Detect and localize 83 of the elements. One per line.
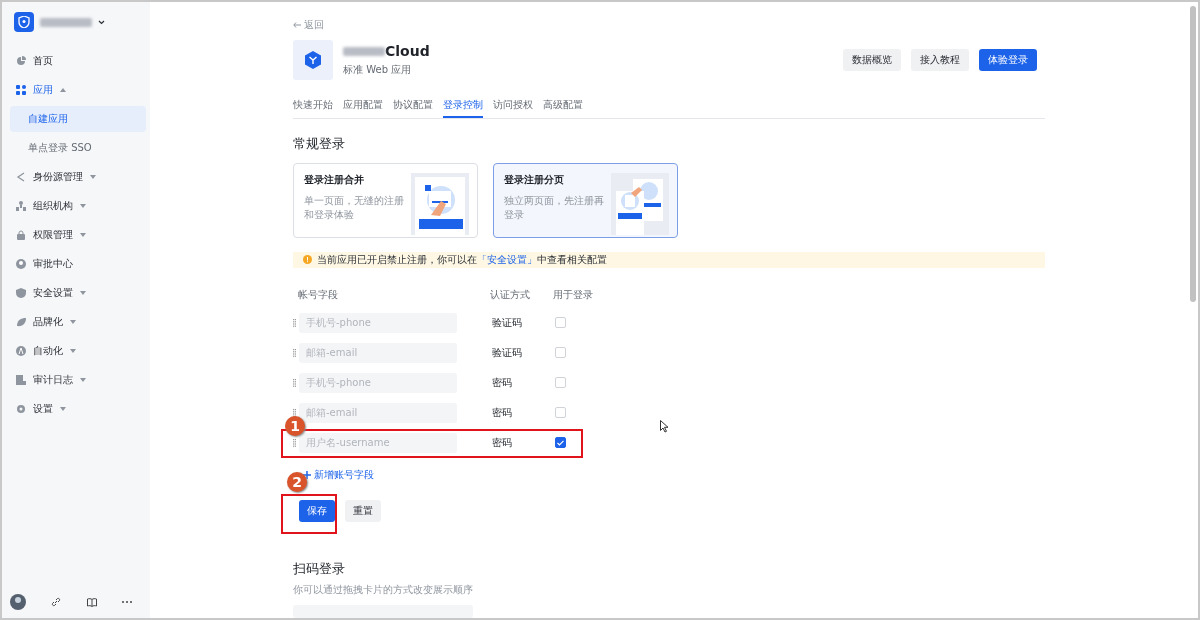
card-title: 登录注册分页 bbox=[504, 173, 565, 187]
settings-icon bbox=[16, 404, 26, 414]
step-badge: 1 bbox=[285, 415, 305, 436]
account-field-input[interactable]: 手机号-phone bbox=[299, 372, 457, 393]
redacted-text bbox=[40, 17, 92, 27]
plus-icon bbox=[303, 470, 311, 479]
header-button[interactable]: 接入教程 bbox=[911, 49, 969, 71]
user-icon bbox=[16, 259, 26, 269]
login-pages-illustration bbox=[611, 173, 669, 235]
reset-button[interactable]: 重置 bbox=[345, 499, 381, 522]
leaf-icon bbox=[16, 317, 26, 327]
scrollbar[interactable] bbox=[1190, 6, 1196, 302]
drag-handle-icon[interactable] bbox=[293, 408, 296, 417]
nav-item[interactable]: 品牌化 bbox=[33, 315, 63, 329]
column-header: 帐号字段 bbox=[298, 287, 339, 302]
logo-icon bbox=[14, 12, 34, 32]
section-title: 常规登录 bbox=[293, 135, 346, 153]
chevron-down-icon[interactable] bbox=[98, 19, 105, 25]
org-chart-icon bbox=[16, 201, 26, 211]
grid-icon bbox=[16, 85, 26, 95]
section-title: 扫码登录 bbox=[293, 559, 346, 578]
auth-method: 密码 bbox=[492, 375, 513, 390]
avatar[interactable] bbox=[10, 594, 26, 610]
tab[interactable]: 应用配置 bbox=[343, 98, 383, 118]
nav-item[interactable]: 自动化 bbox=[33, 344, 63, 358]
highlight-frame bbox=[281, 493, 337, 534]
nav-item[interactable]: 组织机构 bbox=[33, 199, 73, 213]
drag-handle-icon[interactable] bbox=[293, 378, 296, 387]
tab[interactable]: 协议配置 bbox=[393, 98, 433, 118]
header-button[interactable]: 体验登录 bbox=[979, 49, 1037, 71]
nav-item[interactable]: 权限管理 bbox=[33, 228, 73, 242]
mouse-cursor-icon bbox=[660, 420, 669, 433]
card-description: 单一页面，无缝的注册和登录体验 bbox=[304, 194, 405, 222]
security-settings-link[interactable]: 「安全设置」 bbox=[477, 253, 537, 265]
notice-text: 当前应用已开启禁止注册，你可以在「安全设置」中查看相关配置 bbox=[317, 252, 607, 267]
drag-handle-icon[interactable] bbox=[293, 438, 296, 447]
sign-in-illustration bbox=[411, 173, 469, 235]
shield-icon bbox=[16, 288, 26, 298]
auth-method: 密码 bbox=[492, 435, 513, 450]
nav-subitem[interactable]: 单点登录 SSO bbox=[10, 135, 146, 161]
nav-item[interactable]: 审计日志 bbox=[33, 373, 73, 387]
account-field-input[interactable]: 手机号-phone bbox=[299, 312, 457, 333]
warning-icon bbox=[303, 255, 312, 265]
auth-method: 验证码 bbox=[492, 345, 523, 360]
column-header: 用于登录 bbox=[553, 287, 594, 302]
letter-a-icon bbox=[16, 346, 26, 356]
tab[interactable]: 高级配置 bbox=[543, 98, 583, 118]
nav-item[interactable]: 审批中心 bbox=[33, 257, 73, 271]
redacted-text bbox=[343, 46, 385, 56]
card-title: 登录注册合并 bbox=[304, 173, 365, 187]
tab[interactable]: 登录控制 bbox=[443, 98, 483, 118]
tab[interactable]: 访问授权 bbox=[493, 98, 533, 118]
nav-item[interactable]: 应用 bbox=[33, 83, 53, 97]
nav-item[interactable]: 首页 bbox=[33, 54, 53, 68]
link-icon[interactable] bbox=[51, 597, 62, 607]
app-type: 标准 Web 应用 bbox=[343, 63, 413, 77]
account-field-input[interactable]: 用户名-username bbox=[299, 432, 457, 453]
login-mode-card[interactable]: 登录注册合并 单一页面，无缝的注册和登录体验 bbox=[293, 163, 478, 238]
nav-item[interactable]: 设置 bbox=[33, 402, 53, 416]
pie-chart-icon bbox=[16, 56, 26, 66]
nav-subitem[interactable]: 自建应用 bbox=[10, 106, 146, 132]
share-icon bbox=[16, 172, 26, 182]
section-hint: 你可以通过拖拽卡片的方式改变展示顺序 bbox=[293, 582, 474, 597]
auth-method: 密码 bbox=[492, 405, 513, 420]
column-header: 认证方式 bbox=[490, 287, 531, 302]
card-description: 独立两页面，先注册再登录 bbox=[504, 194, 605, 222]
book-icon[interactable] bbox=[86, 597, 97, 607]
header-button[interactable]: 数据概览 bbox=[843, 49, 901, 71]
drag-handle-icon[interactable] bbox=[293, 318, 296, 327]
step-badge: 2 bbox=[287, 471, 307, 492]
document-icon bbox=[16, 375, 26, 385]
lock-icon bbox=[16, 230, 26, 240]
arrow-left-icon bbox=[293, 22, 301, 28]
drag-handle-icon[interactable] bbox=[293, 348, 296, 357]
app-icon bbox=[293, 40, 333, 80]
nav-item[interactable]: 身份源管理 bbox=[33, 170, 83, 184]
app-name: Cloud bbox=[385, 43, 430, 59]
login-checkbox[interactable] bbox=[555, 437, 566, 449]
auth-method: 验证码 bbox=[492, 315, 523, 330]
nav-item[interactable]: 安全设置 bbox=[33, 286, 73, 300]
login-mode-card[interactable]: 登录注册分页 独立两页面，先注册再登录 bbox=[493, 163, 678, 238]
tab[interactable]: 快速开始 bbox=[293, 98, 333, 118]
save-button[interactable]: 保存 bbox=[299, 499, 335, 522]
